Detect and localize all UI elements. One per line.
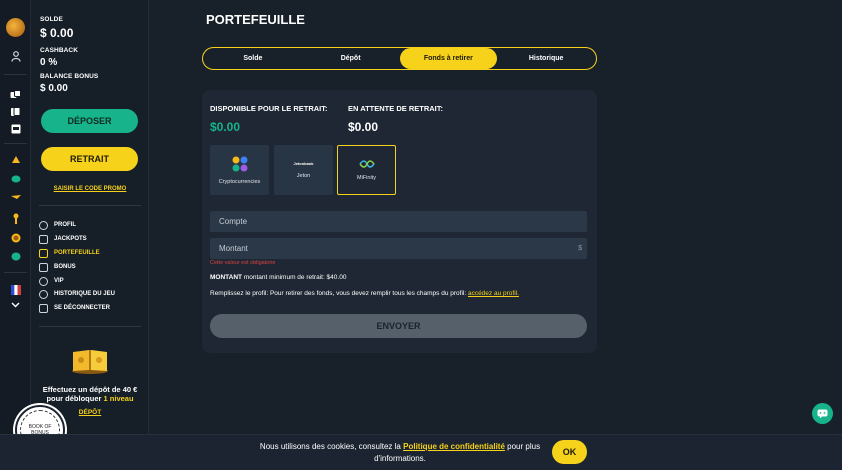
bell-icon[interactable] bbox=[9, 153, 22, 166]
tab-historique[interactable]: Historique bbox=[497, 48, 595, 69]
deposit-button[interactable]: DÉPOSER bbox=[41, 109, 138, 133]
cookie-ok-button[interactable]: OK bbox=[552, 440, 587, 464]
gift-icon bbox=[39, 262, 48, 272]
send-button[interactable]: ENVOYER bbox=[210, 314, 587, 338]
pending-amount: $0.00 bbox=[348, 120, 379, 134]
menu-item-logout[interactable]: SE DÉCONNECTER bbox=[39, 302, 110, 314]
method-label: Jeton bbox=[296, 173, 311, 179]
panel-divider bbox=[39, 205, 141, 206]
rail-divider bbox=[4, 272, 27, 273]
menu-item-label: VIP bbox=[54, 278, 64, 284]
user-icon[interactable] bbox=[9, 50, 22, 63]
amount-error: Cette valeur est obligatoire bbox=[210, 260, 276, 266]
level-text-line2: pour débloquer bbox=[46, 394, 102, 403]
privacy-policy-link[interactable]: Politique de confidentialité bbox=[403, 442, 505, 451]
menu-item-historique[interactable]: HISTORIQUE DU JEU bbox=[39, 288, 115, 300]
logo-icon[interactable] bbox=[6, 18, 25, 37]
fill-text: Remplissez le profil: Pour retirer des f… bbox=[210, 290, 467, 297]
pending-label: EN ATTENTE DE RETRAIT: bbox=[348, 104, 443, 113]
promo-code-link[interactable]: SAISIR LE CODE PROMO bbox=[31, 186, 149, 192]
amount-placeholder: Montant bbox=[219, 244, 248, 253]
chip-icon[interactable] bbox=[9, 172, 22, 185]
withdraw-button[interactable]: RETRAIT bbox=[41, 147, 138, 171]
menu-item-label: BONUS bbox=[54, 264, 76, 270]
account-panel: SOLDE $ 0.00 CASHBACK 0 % BALANCE BONUS … bbox=[31, 0, 149, 470]
menu-item-label: PROFIL bbox=[54, 222, 76, 228]
tab-solde[interactable]: Solde bbox=[204, 48, 302, 69]
cashback-value: 0 % bbox=[40, 57, 58, 68]
menu-item-profil[interactable]: PROFIL bbox=[39, 219, 76, 231]
method-label: MiFinity bbox=[357, 174, 376, 181]
balance-bonus-value: $ 0.00 bbox=[40, 83, 68, 94]
cookie-banner: Nous utilisons des cookies, consultez la… bbox=[0, 434, 842, 470]
tab-fonds-a-retirer[interactable]: Fonds à retirer bbox=[399, 48, 498, 69]
clock-icon bbox=[39, 289, 48, 299]
wallet-tabs: Solde Dépôt Fonds à retirer Historique bbox=[202, 47, 597, 70]
menu-item-label: PORTEFEUILLE bbox=[54, 250, 100, 256]
rail-divider bbox=[4, 74, 27, 75]
chat-icon bbox=[817, 409, 828, 418]
level-text-line1: Effectuez un dépôt de 40 € bbox=[42, 385, 138, 394]
crown-icon bbox=[39, 276, 48, 286]
chevron-down-icon[interactable] bbox=[9, 298, 22, 311]
coin-icon[interactable] bbox=[9, 231, 22, 244]
profile-required-note: Remplissez le profil: Pour retirer des f… bbox=[210, 290, 519, 297]
panel-divider bbox=[39, 326, 141, 327]
balance-bonus-label: BALANCE BONUS bbox=[40, 73, 99, 80]
gem-icon[interactable] bbox=[9, 250, 22, 263]
star-icon bbox=[39, 234, 48, 244]
solde-value: $ 0.00 bbox=[40, 26, 74, 40]
slot-icon[interactable] bbox=[9, 122, 22, 135]
available-label: DISPONIBLE POUR LE RETRAIT: bbox=[210, 104, 328, 113]
tab-depot[interactable]: Dépôt bbox=[302, 48, 400, 69]
menu-item-jackpots[interactable]: JACKPOTS bbox=[39, 233, 87, 245]
dice-icon[interactable] bbox=[9, 88, 22, 101]
wallet-icon bbox=[39, 248, 48, 258]
page-title: PORTEFEUILLE bbox=[206, 12, 305, 27]
cookie-text: Nous utilisons des cookies, consultez la… bbox=[250, 441, 550, 465]
currency-symbol: $ bbox=[578, 245, 582, 252]
available-amount: $0.00 bbox=[210, 120, 241, 134]
menu-item-label: JACKPOTS bbox=[54, 236, 87, 242]
amount-field[interactable]: Montant $ bbox=[210, 238, 587, 259]
trophy-icon[interactable] bbox=[9, 191, 22, 204]
menu-item-portefeuille[interactable]: PORTEFEUILLE bbox=[39, 247, 100, 259]
jeton-logo-icon: Jetonbank bbox=[293, 161, 314, 166]
icon-rail bbox=[0, 0, 31, 470]
account-placeholder: Compte bbox=[219, 217, 248, 226]
method-jeton[interactable]: Jetonbank Jeton bbox=[274, 145, 333, 195]
min-label: MONTANT bbox=[210, 274, 243, 281]
medal-icon[interactable] bbox=[9, 212, 22, 225]
method-mifinity[interactable]: MiFinity bbox=[337, 145, 396, 195]
withdraw-card: DISPONIBLE POUR LE RETRAIT: $0.00 EN ATT… bbox=[202, 90, 597, 353]
menu-item-vip[interactable]: VIP bbox=[39, 275, 64, 287]
menu-item-bonus[interactable]: BONUS bbox=[39, 261, 76, 273]
rail-divider bbox=[4, 143, 27, 144]
method-label: Cryptocurrencies bbox=[218, 178, 261, 185]
level-unlock-text: Effectuez un dépôt de 40 € pour débloque… bbox=[35, 385, 145, 403]
menu-item-label: SE DÉCONNECTER bbox=[54, 305, 111, 311]
book-icon bbox=[72, 350, 108, 374]
solde-label: SOLDE bbox=[40, 16, 63, 23]
cashback-label: CASHBACK bbox=[40, 47, 78, 54]
menu-item-label: HISTORIQUE DU JEU bbox=[54, 291, 115, 297]
flag-fr-icon[interactable] bbox=[9, 283, 22, 296]
cookie-text-before: Nous utilisons des cookies, consultez la bbox=[259, 442, 401, 451]
chat-button[interactable] bbox=[812, 403, 833, 424]
level-highlight: 1 niveau bbox=[103, 394, 134, 403]
account-field[interactable]: Compte bbox=[210, 211, 587, 232]
profile-icon bbox=[39, 220, 48, 230]
logout-icon bbox=[39, 303, 48, 313]
min-text: montant minimum de retrait: $40.00 bbox=[243, 274, 347, 281]
cards-icon[interactable] bbox=[9, 105, 22, 118]
crypto-icon bbox=[232, 156, 247, 171]
method-crypto[interactable]: Cryptocurrencies bbox=[210, 145, 269, 195]
minimum-amount-note: MONTANT montant minimum de retrait: $40.… bbox=[210, 274, 346, 281]
mifinity-logo-icon bbox=[358, 159, 375, 168]
go-to-profile-link[interactable]: accédez au profil. bbox=[468, 290, 519, 297]
